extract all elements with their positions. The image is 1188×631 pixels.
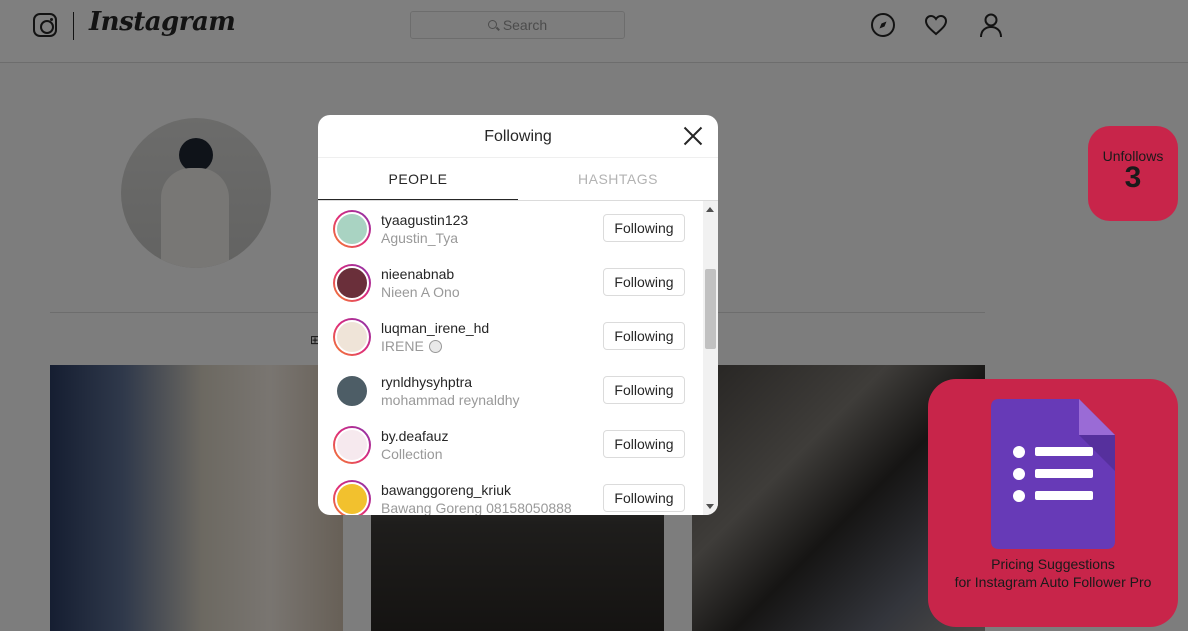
dialog-title: Following	[484, 128, 552, 145]
following-button[interactable]: Following	[603, 268, 685, 296]
close-icon[interactable]	[682, 125, 704, 147]
account-fullname: Collection	[381, 446, 443, 462]
unfollows-counter[interactable]: Unfollows 3	[1088, 126, 1178, 221]
following-button[interactable]: Following	[603, 322, 685, 350]
account-username[interactable]: tyaagustin123	[381, 212, 468, 228]
list-item: by.deafauz Collection Following	[318, 417, 703, 471]
list-item: bawanggoreng_kriuk Bawang Goreng 0815805…	[318, 471, 703, 515]
account-fullname: mohammad reynaldhy	[381, 392, 520, 408]
account-avatar[interactable]	[333, 210, 371, 248]
following-list: tyaagustin123 Agustin_Tya Following niee…	[318, 201, 703, 515]
account-avatar[interactable]	[333, 264, 371, 302]
following-button[interactable]: Following	[603, 484, 685, 512]
account-username[interactable]: bawanggoreng_kriuk	[381, 482, 511, 498]
account-avatar[interactable]	[333, 480, 371, 515]
pricing-text: Pricing Suggestions for Instagram Auto F…	[928, 555, 1178, 591]
tab-hashtags[interactable]: HASHTAGS	[518, 158, 718, 200]
account-username[interactable]: rynldhysyhptra	[381, 374, 472, 390]
following-dialog: Following PEOPLE HASHTAGS tyaagustin123 …	[318, 115, 718, 515]
list-item: rynldhysyhptra mohammad reynaldhy Follow…	[318, 363, 703, 417]
following-button[interactable]: Following	[603, 214, 685, 242]
scroll-up-arrow-icon[interactable]	[706, 207, 714, 212]
account-username[interactable]: luqman_irene_hd	[381, 320, 489, 336]
account-fullname: Bawang Goreng 08158050888	[381, 500, 572, 515]
dialog-header: Following	[318, 115, 718, 158]
account-fullname: Agustin_Tya	[381, 230, 459, 246]
pricing-suggestions-button[interactable]: Pricing Suggestions for Instagram Auto F…	[928, 379, 1178, 627]
following-button[interactable]: Following	[603, 430, 685, 458]
account-fullname: IRENE	[381, 338, 424, 354]
account-fullname: Nieen A Ono	[381, 284, 460, 300]
google-forms-icon	[991, 399, 1115, 549]
dialog-tabs: PEOPLE HASHTAGS	[318, 158, 718, 201]
account-username[interactable]: nieenabnab	[381, 266, 454, 282]
account-fullname-row: IRENE	[381, 338, 442, 354]
scrollbar-thumb[interactable]	[705, 269, 716, 349]
pricing-line-2: for Instagram Auto Follower Pro	[954, 574, 1152, 590]
account-username[interactable]: by.deafauz	[381, 428, 448, 444]
following-button[interactable]: Following	[603, 376, 685, 404]
list-scrollbar[interactable]	[703, 201, 718, 515]
account-avatar[interactable]	[333, 426, 371, 464]
scroll-down-arrow-icon[interactable]	[706, 504, 714, 509]
unfollows-count: 3	[1124, 161, 1142, 194]
account-avatar[interactable]	[333, 318, 371, 356]
pricing-line-1: Pricing Suggestions	[991, 556, 1115, 572]
account-avatar[interactable]	[333, 372, 371, 410]
list-item: nieenabnab Nieen A Ono Following	[318, 255, 703, 309]
list-item: luqman_irene_hd IRENE Following	[318, 309, 703, 363]
tab-people[interactable]: PEOPLE	[318, 158, 518, 200]
verified-badge-icon	[428, 340, 442, 353]
list-item: tyaagustin123 Agustin_Tya Following	[318, 201, 703, 255]
